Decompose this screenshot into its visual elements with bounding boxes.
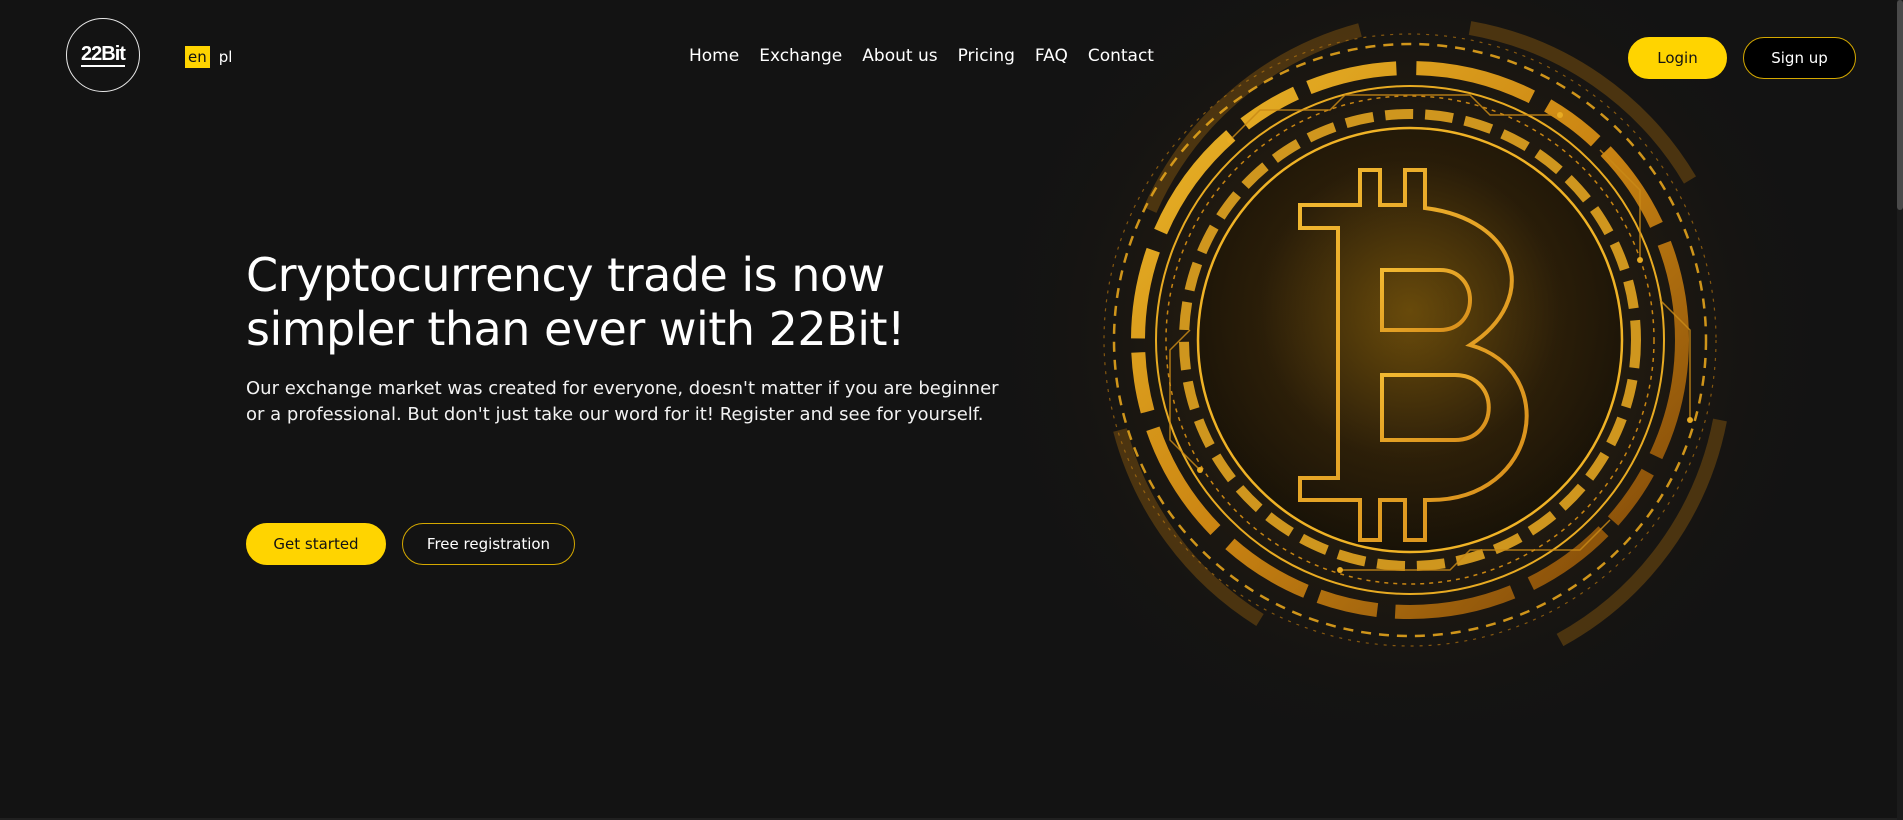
nav-contact[interactable]: Contact xyxy=(1088,46,1154,66)
language-en[interactable]: en xyxy=(185,46,210,68)
scrollbar-thumb[interactable] xyxy=(1897,0,1903,210)
logo-text: 22Bit xyxy=(81,42,126,67)
nav-pricing[interactable]: Pricing xyxy=(958,46,1015,66)
get-started-button[interactable]: Get started xyxy=(246,523,386,565)
language-switcher: en pl xyxy=(185,46,235,68)
page: 22Bit en pl Home Exchange About us Prici… xyxy=(0,0,1903,820)
main-nav: Home Exchange About us Pricing FAQ Conta… xyxy=(689,46,1154,66)
scrollbar[interactable] xyxy=(1897,0,1903,820)
free-registration-button[interactable]: Free registration xyxy=(402,523,575,565)
nav-exchange[interactable]: Exchange xyxy=(759,46,842,66)
signup-button[interactable]: Sign up xyxy=(1743,37,1856,79)
language-pl[interactable]: pl xyxy=(216,46,236,68)
hero-headline: Cryptocurrency trade is now simpler than… xyxy=(246,248,905,356)
nav-home[interactable]: Home xyxy=(689,46,739,66)
nav-about-us[interactable]: About us xyxy=(862,46,937,66)
login-button[interactable]: Login xyxy=(1628,37,1727,79)
bitcoin-illustration xyxy=(1000,0,1880,720)
hero-description: Our exchange market was created for ever… xyxy=(246,378,999,425)
nav-faq[interactable]: FAQ xyxy=(1035,46,1068,66)
logo[interactable]: 22Bit xyxy=(66,18,140,92)
